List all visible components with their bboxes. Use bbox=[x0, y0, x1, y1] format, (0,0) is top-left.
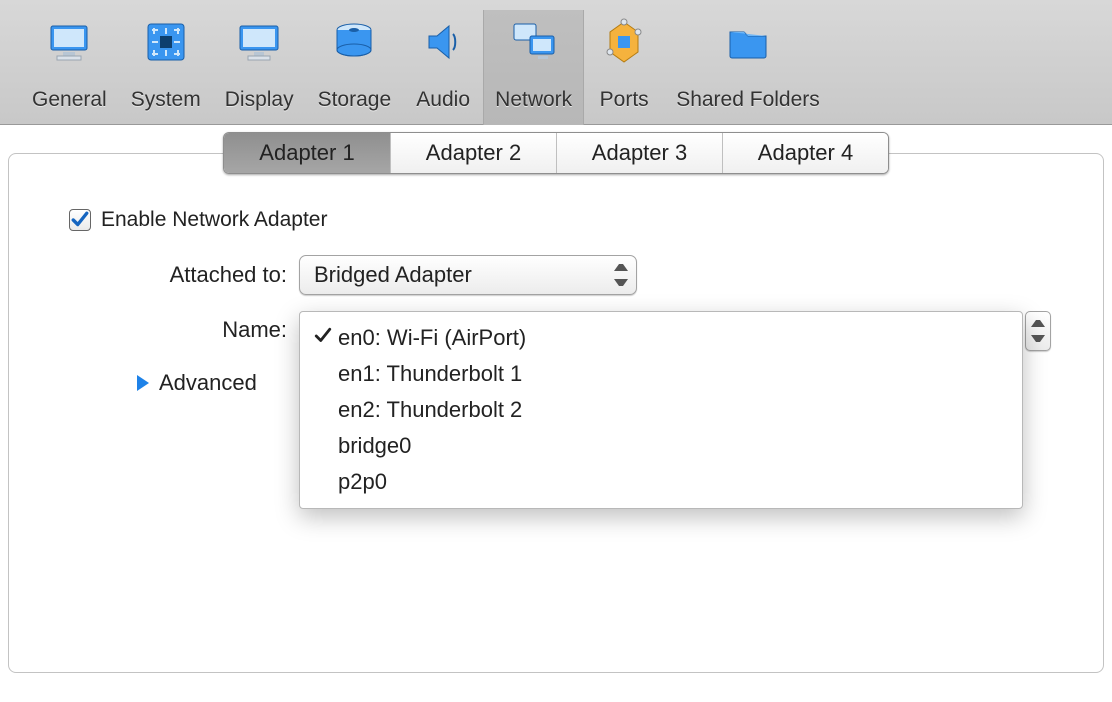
disclosure-triangle-icon bbox=[137, 375, 149, 391]
toolbar-label: Storage bbox=[318, 88, 392, 112]
enable-adapter-checkbox[interactable] bbox=[69, 209, 91, 231]
ports-icon bbox=[596, 14, 652, 70]
monitor-icon bbox=[41, 14, 97, 70]
name-option[interactable]: en0: Wi-Fi (AirPort) bbox=[300, 320, 1022, 356]
folder-icon bbox=[720, 14, 776, 70]
tab-adapter-2[interactable]: Adapter 2 bbox=[390, 133, 556, 173]
enable-adapter-label: Enable Network Adapter bbox=[101, 208, 327, 232]
toolbar-item-shared-folders[interactable]: Shared Folders bbox=[664, 10, 832, 125]
name-label: Name: bbox=[39, 311, 299, 343]
toolbar-label: System bbox=[131, 88, 201, 112]
attached-to-combobox[interactable]: Bridged Adapter bbox=[299, 255, 637, 295]
disk-icon bbox=[326, 14, 382, 70]
toolbar-label: Network bbox=[495, 88, 572, 112]
name-option[interactable]: en1: Thunderbolt 1 bbox=[300, 356, 1022, 392]
toolbar-item-display[interactable]: Display bbox=[213, 10, 306, 125]
network-adapter-group: Adapter 1 Adapter 2 Adapter 3 Adapter 4 … bbox=[8, 153, 1104, 673]
speaker-icon bbox=[415, 14, 471, 70]
toolbar-label: General bbox=[32, 88, 107, 112]
tab-adapter-4[interactable]: Adapter 4 bbox=[722, 133, 888, 173]
toolbar-label: Shared Folders bbox=[676, 88, 820, 112]
toolbar-item-ports[interactable]: Ports bbox=[584, 10, 664, 125]
chip-icon bbox=[138, 14, 194, 70]
toolbar-item-system[interactable]: System bbox=[119, 10, 213, 125]
toolbar-item-general[interactable]: General bbox=[20, 10, 119, 125]
settings-toolbar: General System bbox=[0, 0, 1112, 125]
attached-to-label: Attached to: bbox=[39, 262, 299, 288]
name-combobox-stepper[interactable] bbox=[1025, 311, 1051, 351]
toolbar-item-network[interactable]: Network bbox=[483, 10, 584, 125]
name-dropdown-popup: en0: Wi-Fi (AirPort) en1: Thunderbolt 1 … bbox=[299, 311, 1023, 509]
toolbar-label: Ports bbox=[600, 88, 649, 112]
display-icon bbox=[231, 14, 287, 70]
attached-to-value: Bridged Adapter bbox=[314, 262, 472, 288]
toolbar-label: Audio bbox=[416, 88, 470, 112]
tab-adapter-1[interactable]: Adapter 1 bbox=[224, 133, 390, 173]
adapter-tabs: Adapter 1 Adapter 2 Adapter 3 Adapter 4 bbox=[223, 132, 889, 174]
name-option[interactable]: en2: Thunderbolt 2 bbox=[300, 392, 1022, 428]
toolbar-label: Display bbox=[225, 88, 294, 112]
name-option[interactable]: p2p0 bbox=[300, 464, 1022, 500]
network-icon bbox=[506, 14, 562, 70]
checkmark-icon bbox=[314, 325, 338, 351]
combobox-stepper-icon bbox=[614, 264, 628, 286]
toolbar-item-audio[interactable]: Audio bbox=[403, 10, 483, 125]
advanced-label: Advanced bbox=[159, 370, 257, 396]
tab-adapter-3[interactable]: Adapter 3 bbox=[556, 133, 722, 173]
toolbar-item-storage[interactable]: Storage bbox=[306, 10, 404, 125]
stepper-icon bbox=[1031, 320, 1045, 342]
name-option[interactable]: bridge0 bbox=[300, 428, 1022, 464]
